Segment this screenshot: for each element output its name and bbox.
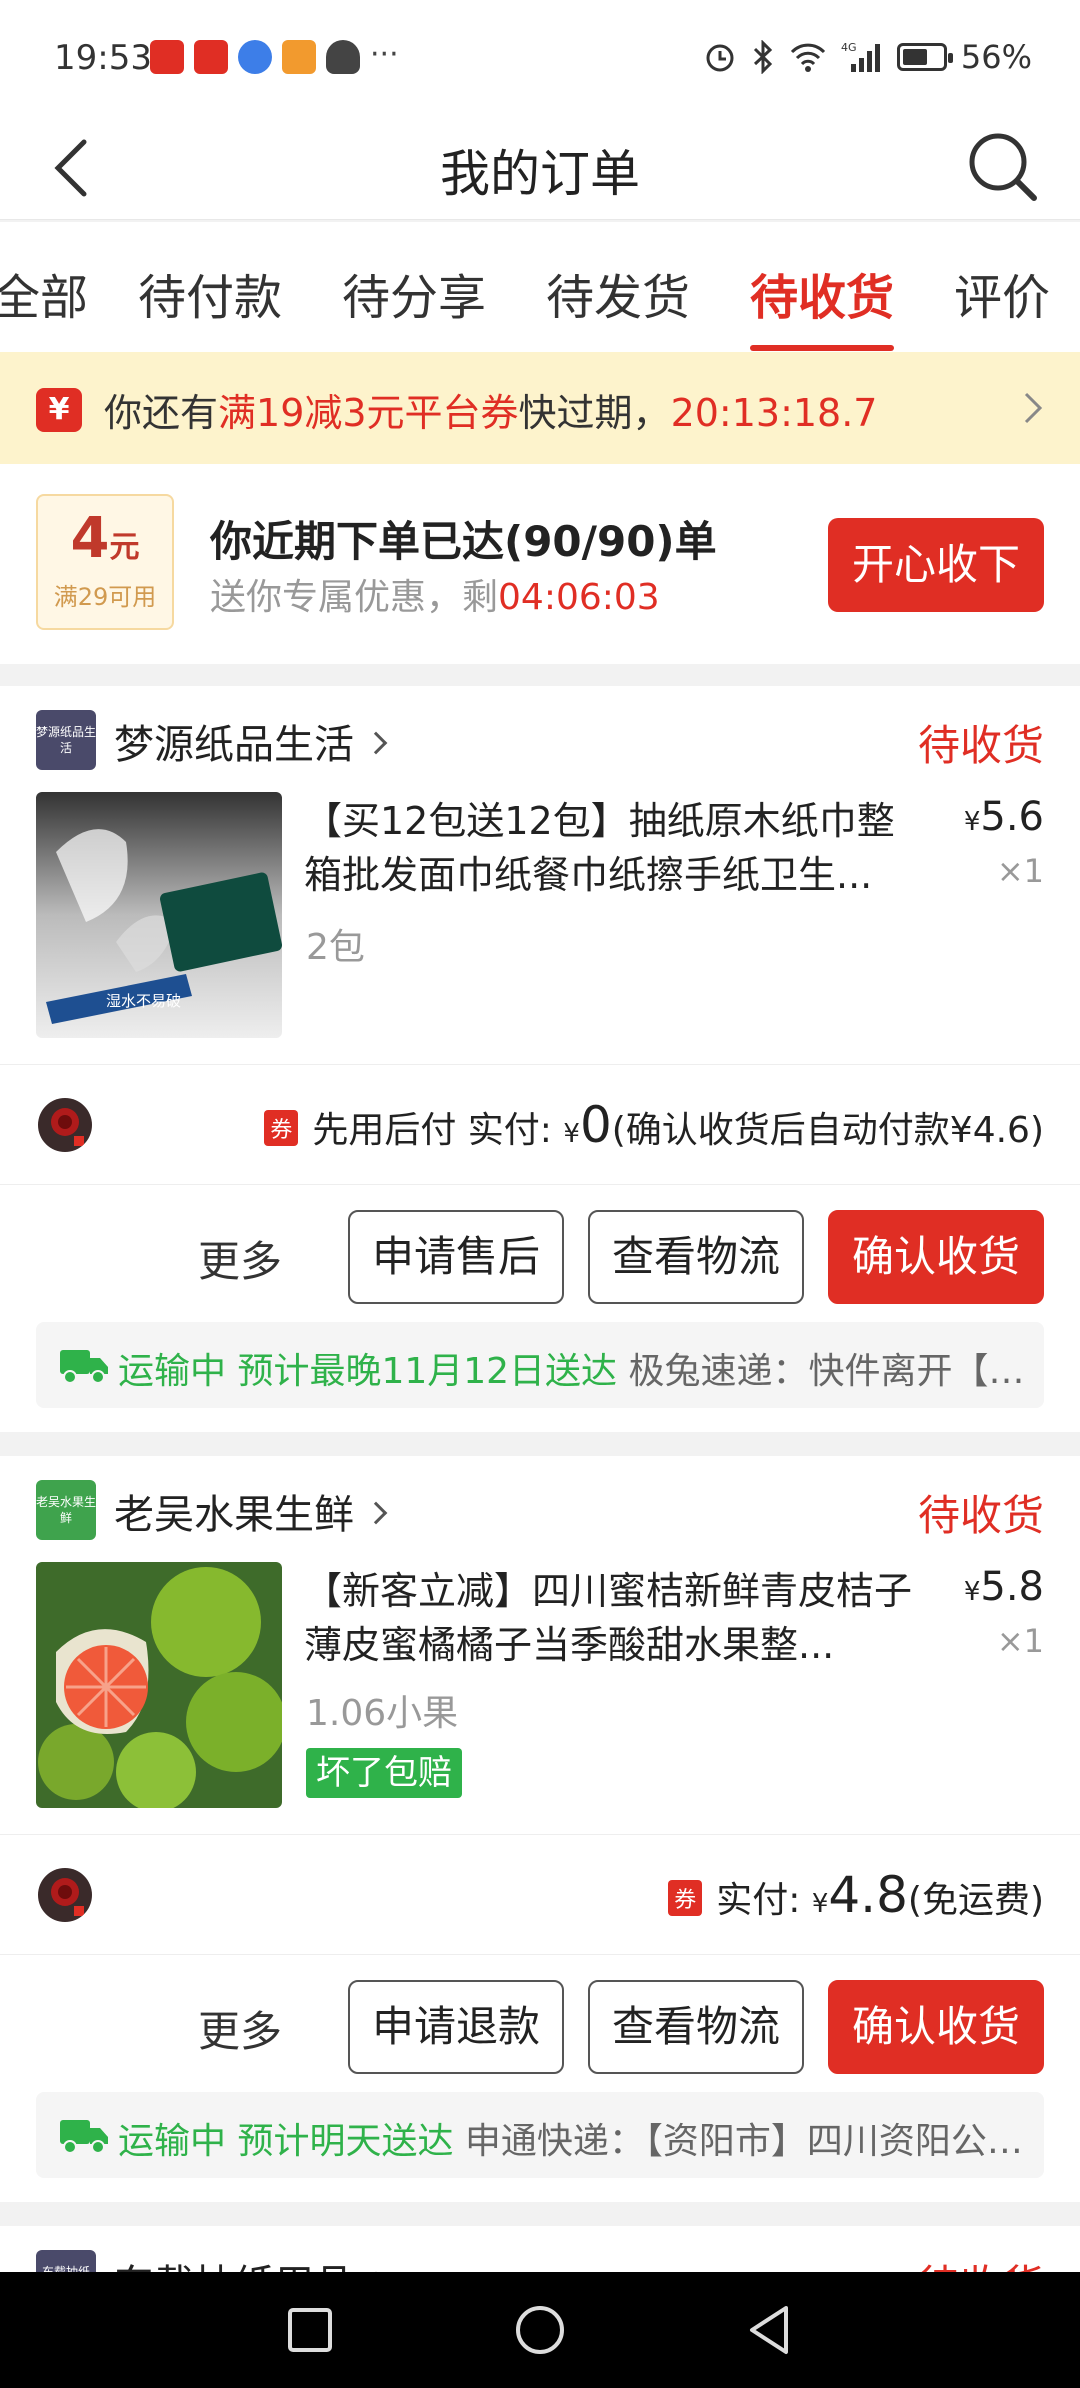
chevron-right-icon — [1024, 392, 1043, 424]
avatar — [38, 1098, 92, 1152]
search-icon[interactable] — [960, 124, 1044, 208]
divider — [0, 1954, 1080, 1955]
logistics-text: 运输中 预计最晚11月12日送达 极兔速递：快件离开【中转场】... — [118, 1351, 1028, 1392]
promo-title: 你近期下单已达(90/90)单 — [210, 517, 717, 566]
page-header: 我的订单 — [0, 110, 1080, 220]
truck-icon — [60, 2120, 108, 2154]
taobao-notification-icon — [194, 40, 228, 74]
more-notifications-icon: ··· — [370, 37, 399, 72]
promo-banner: 4元 满29可用 你近期下单已达(90/90)单 送你专属优惠，剩04:06:0… — [0, 464, 1080, 664]
tab-pending-share[interactable]: 待分享 — [342, 258, 486, 328]
notice-text: 你还有满19减3元平台券快过期，20:13:18.7 — [104, 391, 878, 435]
product-price: ¥5.6 — [963, 794, 1044, 840]
product-price: ¥5.8 — [963, 1564, 1044, 1610]
video-notification-icon — [282, 40, 316, 74]
tab-review[interactable]: 评价 — [954, 258, 1050, 328]
confirm-receipt-button[interactable]: 确认收货 — [828, 1210, 1044, 1304]
alarm-icon — [706, 44, 734, 72]
status-bar: 19:53 ··· 4G 56% — [0, 0, 1080, 110]
product-image[interactable]: 湿水不易破 — [36, 792, 282, 1038]
product-title[interactable]: 【新客立减】四川蜜桔新鲜青皮桔子薄皮蜜橘橘子当季酸甜水果整... — [304, 1564, 924, 1672]
active-tab-indicator — [750, 345, 894, 351]
request-refund-button[interactable]: 申请退款 — [348, 1980, 564, 2074]
guarantee-tag: 坏了包赔 — [306, 1748, 462, 1798]
promo-amount: 4元 — [70, 506, 140, 571]
shop-name[interactable]: 老吴水果生鲜 — [114, 1482, 388, 1540]
view-logistics-button[interactable]: 查看物流 — [588, 1210, 804, 1304]
browser-notification-icon — [238, 40, 272, 74]
back-nav-icon[interactable] — [740, 2300, 800, 2360]
payment-summary: 券实付: ¥4.8(免运费) — [668, 1866, 1044, 1924]
signal-icon: 4G — [841, 41, 880, 72]
confirm-receipt-button[interactable]: 确认收货 — [828, 1980, 1044, 2074]
chevron-right-icon — [364, 731, 388, 755]
payment-summary: 券先用后付 实付: ¥0(确认收货后自动付款¥4.6) — [264, 1096, 1044, 1154]
order-card: 老吴水果生鲜 老吴水果生鲜 待收货 【新客立减】四川蜜桔新鲜青皮桔子薄皮蜜橘橘子… — [0, 1456, 1080, 2202]
app-notification-icon — [150, 40, 184, 74]
order-status: 待收货 — [917, 1491, 1044, 1540]
shop-logo: 老吴水果生鲜 — [36, 1480, 96, 1540]
promo-subtitle: 送你专属优惠，剩04:06:03 — [210, 577, 660, 618]
coupon-badge: 券 — [668, 1880, 703, 1916]
wifi-icon — [790, 43, 825, 72]
product-title[interactable]: 【买12包送12包】抽纸原木纸巾整箱批发面巾纸餐巾纸擦手纸卫生... — [304, 794, 924, 902]
logistics-info[interactable]: 运输中 预计最晚11月12日送达 极兔速递：快件离开【中转场】... — [36, 1322, 1044, 1408]
shop-name[interactable]: 梦源纸品生活 — [114, 712, 388, 770]
svg-text:湿水不易破: 湿水不易破 — [106, 992, 181, 1010]
product-quantity: ×1 — [996, 852, 1044, 890]
logistics-text: 运输中 预计明天送达 申通快递：【资阳市】四川资阳公司已发出... — [118, 2121, 1028, 2162]
product-quantity: ×1 — [996, 1622, 1044, 1660]
claim-coupon-button[interactable]: 开心收下 — [828, 518, 1044, 612]
tab-pending-shipment[interactable]: 待发货 — [546, 258, 690, 328]
product-image[interactable] — [36, 1562, 282, 1808]
system-navigation-bar — [0, 2272, 1080, 2388]
promo-coupon: 4元 满29可用 — [36, 494, 174, 630]
notice-countdown: 20:13:18.7 — [670, 391, 878, 435]
chevron-right-icon — [364, 1501, 388, 1525]
coupon-badge: 券 — [264, 1110, 299, 1146]
logistics-info[interactable]: 运输中 预计明天送达 申通快递：【资阳市】四川资阳公司已发出... — [36, 2092, 1044, 2178]
divider — [0, 1064, 1080, 1065]
product-spec: 1.06小果 — [306, 1693, 459, 1734]
status-indicators: 4G 56% — [703, 38, 1032, 76]
battery-icon — [896, 43, 953, 71]
more-button[interactable]: 更多 — [198, 1228, 282, 1289]
order-status: 待收货 — [917, 721, 1044, 770]
recent-apps-icon[interactable] — [280, 2300, 340, 2360]
truck-icon — [60, 1350, 108, 1384]
order-card: 梦源纸品生活 梦源纸品生活 待收货 湿水不易破 【买12包送12包】抽纸原木纸巾… — [0, 686, 1080, 1432]
divider — [0, 1834, 1080, 1835]
promo-condition: 满29可用 — [53, 583, 157, 611]
bluetooth-icon — [753, 40, 773, 74]
shop-logo: 梦源纸品生活 — [36, 710, 96, 770]
order-tabs: 全部 待付款 待分享 待发货 待收货 评价 — [0, 222, 1080, 352]
qq-notification-icon — [326, 40, 360, 74]
tab-all[interactable]: 全部 — [0, 258, 88, 328]
avatar — [38, 1868, 92, 1922]
more-button[interactable]: 更多 — [198, 1998, 282, 2059]
page-title: 我的订单 — [440, 145, 640, 203]
order-list-screen: 19:53 ··· 4G 56% 我的订单 全部 待付款 待分享 待发货 待收货 — [0, 0, 1080, 2388]
product-spec: 2包 — [306, 927, 365, 968]
coupon-expiry-notice[interactable]: ¥ 你还有满19减3元平台券快过期，20:13:18.7 — [0, 352, 1080, 464]
status-time: 19:53 — [54, 38, 152, 78]
tab-pending-payment[interactable]: 待付款 — [138, 258, 282, 328]
home-icon[interactable] — [510, 2300, 570, 2360]
divider — [0, 1184, 1080, 1185]
after-sales-button[interactable]: 申请售后 — [348, 1210, 564, 1304]
status-app-icons: ··· — [150, 40, 399, 74]
battery-percent: 56% — [960, 38, 1032, 76]
view-logistics-button[interactable]: 查看物流 — [588, 1980, 804, 2074]
coupon-icon: ¥ — [36, 388, 82, 432]
svg-text:4G: 4G — [841, 41, 857, 54]
tab-pending-receipt[interactable]: 待收货 — [750, 258, 894, 328]
